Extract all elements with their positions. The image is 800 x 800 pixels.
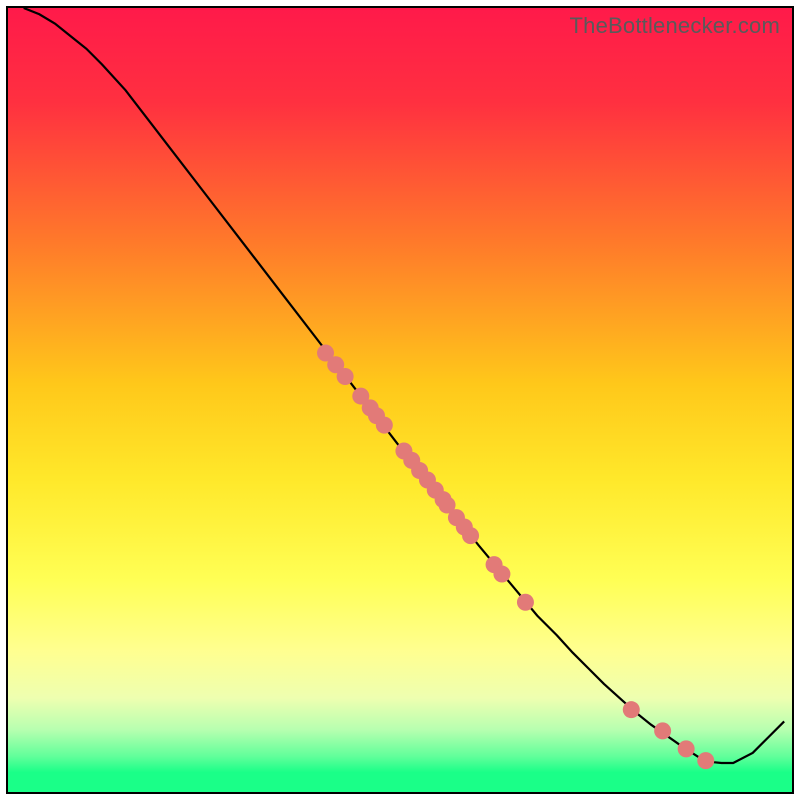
chart-container: TheBottlenecker.com — [0, 0, 800, 800]
bottleneck-curve — [24, 8, 784, 763]
chart-plot-area: TheBottlenecker.com — [6, 6, 794, 794]
data-point — [697, 752, 714, 769]
data-point — [654, 722, 671, 739]
data-points — [317, 344, 714, 769]
data-point — [623, 701, 640, 718]
data-point — [517, 594, 534, 611]
attribution-label: TheBottlenecker.com — [570, 13, 780, 39]
data-point — [493, 566, 510, 583]
data-point — [462, 527, 479, 544]
data-point — [337, 368, 354, 385]
chart-overlay — [8, 8, 792, 792]
data-point — [678, 740, 695, 757]
data-point — [376, 417, 393, 434]
